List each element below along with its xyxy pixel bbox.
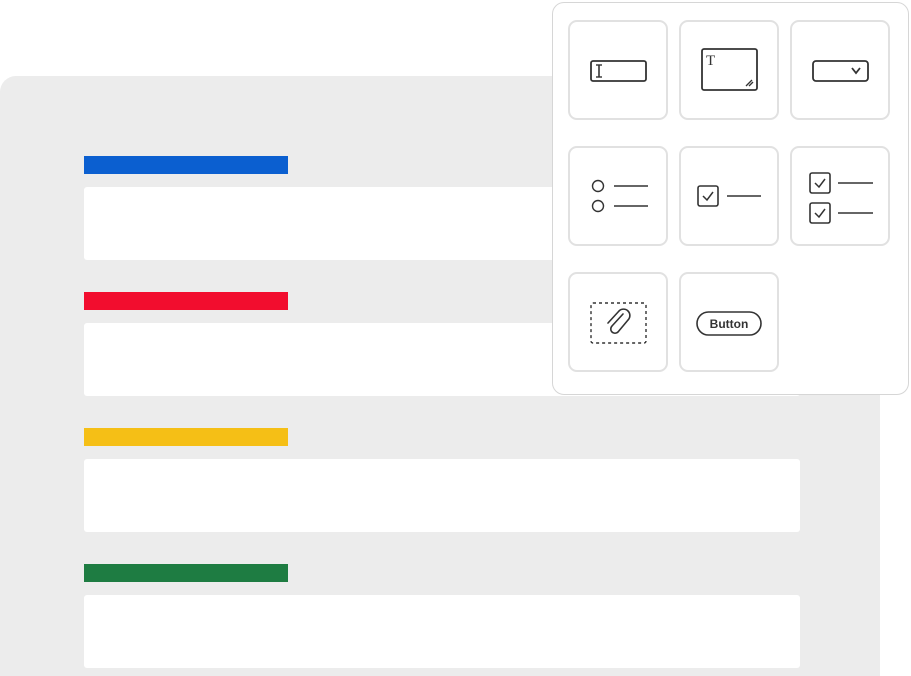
textarea-glyph: T [706,53,715,69]
textarea-tile[interactable]: T [679,20,779,120]
checkbox-list-icon [809,172,873,224]
checkbox-list-tile[interactable] [790,146,890,246]
text-input-icon [590,60,647,82]
field-3-input[interactable] [84,459,800,532]
button-element-tile[interactable]: Button [679,272,779,372]
element-palette: T Button [552,2,909,395]
file-upload-tile[interactable] [568,272,668,372]
checkbox-icon [697,185,761,207]
text-input-tile[interactable] [568,20,668,120]
file-upload-icon [590,302,647,344]
dropdown-select-tile[interactable] [790,20,890,120]
field-3-color-bar [84,428,288,446]
field-1-color-bar [84,156,288,174]
textarea-icon: T [701,48,758,91]
dropdown-select-icon [812,60,869,82]
button-element-label: Button [710,317,749,331]
field-4-input[interactable] [84,595,800,668]
checkbox-tile[interactable] [679,146,779,246]
field-2-color-bar [84,292,288,310]
radio-list-icon [591,179,648,213]
field-4-color-bar [84,564,288,582]
radio-list-tile[interactable] [568,146,668,246]
button-element-icon: Button [696,311,762,336]
